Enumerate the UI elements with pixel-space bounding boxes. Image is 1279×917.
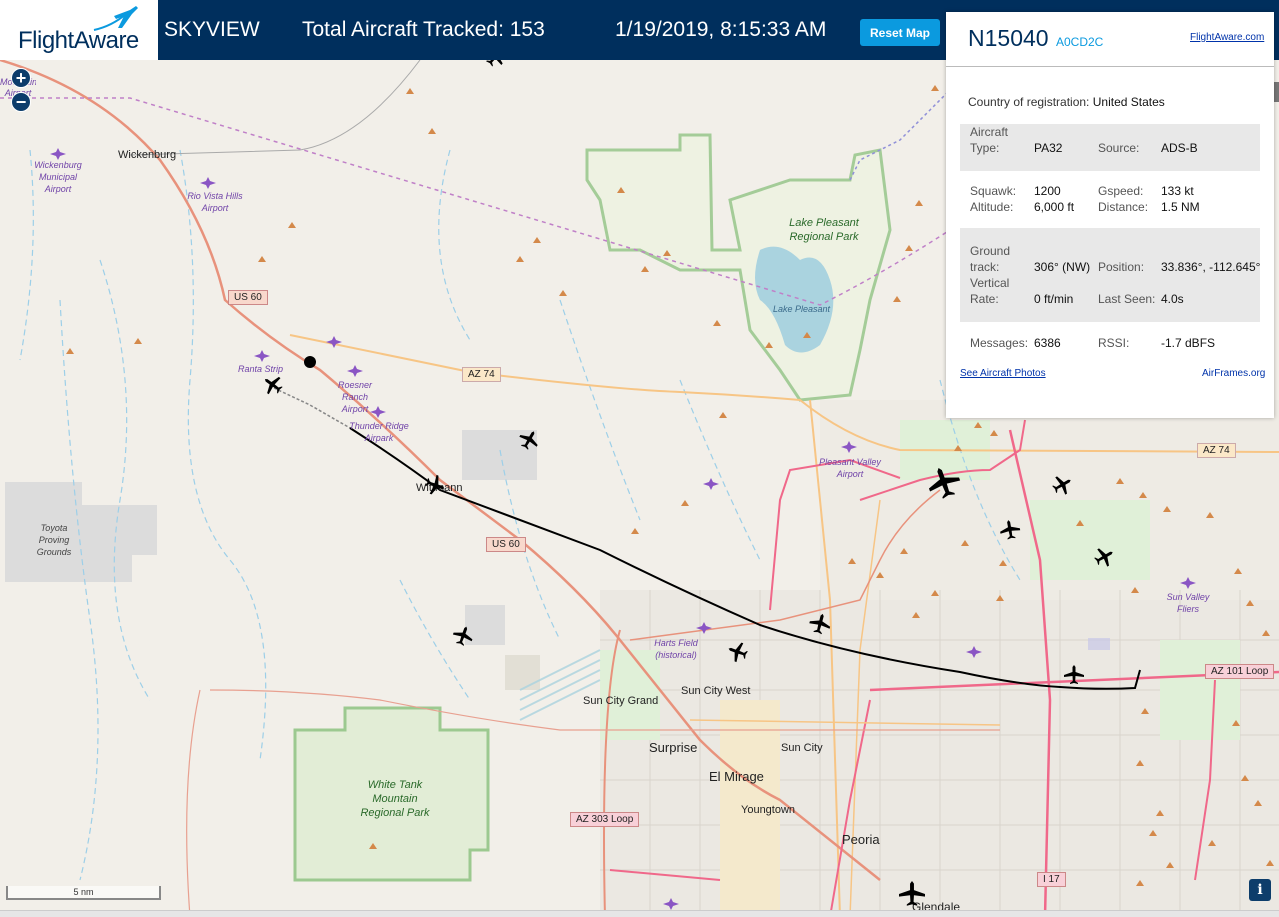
- aircraft-icon[interactable]: [807, 611, 833, 636]
- gspeed-label: Gspeed:: [1098, 184, 1144, 198]
- aircraft-icon[interactable]: [1064, 665, 1084, 684]
- aircraft-icon[interactable]: [1091, 543, 1118, 571]
- aircraft-registration: N15040: [968, 25, 1049, 51]
- squawk-value: 1200: [1034, 184, 1061, 198]
- aircraft-icon[interactable]: [481, 60, 510, 71]
- zoom-out-button[interactable]: −: [11, 92, 31, 112]
- country-value: United States: [1092, 95, 1165, 109]
- altitude-value: 6,000 ft: [1034, 200, 1075, 214]
- logo-text: FlightAware: [18, 27, 139, 54]
- aircraft-icon[interactable]: [423, 472, 448, 498]
- flightaware-link[interactable]: FlightAware.com: [1190, 32, 1264, 43]
- timestamp: 1/19/2019, 8:15:33 AM: [615, 18, 827, 41]
- source-value: ADS-B: [1161, 141, 1198, 155]
- aircraft-icon[interactable]: [515, 426, 543, 453]
- messages-label: Messages:: [970, 336, 1029, 350]
- messages-value: 6386: [1034, 336, 1061, 350]
- squawk-label: Squawk:: [970, 184, 1017, 198]
- altitude-label: Altitude:: [970, 200, 1014, 214]
- gspeed-value: 133 kt: [1161, 184, 1194, 198]
- country-label: Country of registration:: [968, 95, 1090, 109]
- aircraft-icon[interactable]: [450, 623, 476, 648]
- aircraft-type-value: PA32: [1034, 141, 1063, 155]
- position-value: 33.836°, -112.645°: [1161, 260, 1261, 274]
- ground-track-label: Ground track:: [970, 244, 1011, 274]
- distance-label: Distance:: [1098, 200, 1149, 214]
- total-aircraft: Total Aircraft Tracked: 153: [302, 18, 545, 41]
- rssi-label: RSSI:: [1098, 336, 1130, 350]
- aircraft-icon[interactable]: [899, 881, 925, 906]
- aircraft-icon[interactable]: [725, 639, 750, 665]
- ground-track-value: 306° (NW): [1034, 260, 1091, 274]
- distance-value: 1.5 NM: [1161, 200, 1200, 214]
- vertical-rate-value: 0 ft/min: [1034, 292, 1074, 306]
- info-button[interactable]: i: [1249, 879, 1271, 901]
- aircraft-icon-selected[interactable]: [259, 371, 287, 399]
- airframes-link[interactable]: AirFrames.org: [1202, 368, 1265, 379]
- aircraft-icon[interactable]: [923, 462, 964, 503]
- flightaware-logo[interactable]: FlightAware: [0, 0, 158, 60]
- aircraft-photos-link[interactable]: See Aircraft Photos: [960, 368, 1046, 379]
- aircraft-type-label: Aircraft Type:: [970, 125, 1009, 155]
- aircraft-details-panel: N15040 A0CD2C FlightAware.com Country of…: [946, 12, 1274, 418]
- position-label: Position:: [1098, 260, 1145, 274]
- scale-bar: 5 nm: [6, 886, 161, 900]
- bottom-scrollbar[interactable]: [0, 910, 1279, 917]
- aircraft-icon[interactable]: [998, 518, 1022, 541]
- vertical-rate-label: Vertical Rate:: [970, 276, 1010, 306]
- source-label: Source:: [1098, 141, 1140, 155]
- reset-map-button[interactable]: Reset Map: [860, 19, 940, 46]
- zoom-in-button[interactable]: +: [11, 68, 31, 88]
- last-seen-label: Last Seen:: [1098, 292, 1156, 306]
- last-seen-value: 4.0s: [1161, 292, 1184, 306]
- aircraft-hex: A0CD2C: [1056, 35, 1104, 49]
- rssi-value: -1.7 dBFS: [1161, 336, 1216, 350]
- app-title: SKYVIEW: [164, 18, 260, 41]
- panel-divider: [946, 66, 1274, 67]
- aircraft-icon[interactable]: [1049, 471, 1076, 499]
- country-row: Country of registration: United States: [968, 95, 1165, 109]
